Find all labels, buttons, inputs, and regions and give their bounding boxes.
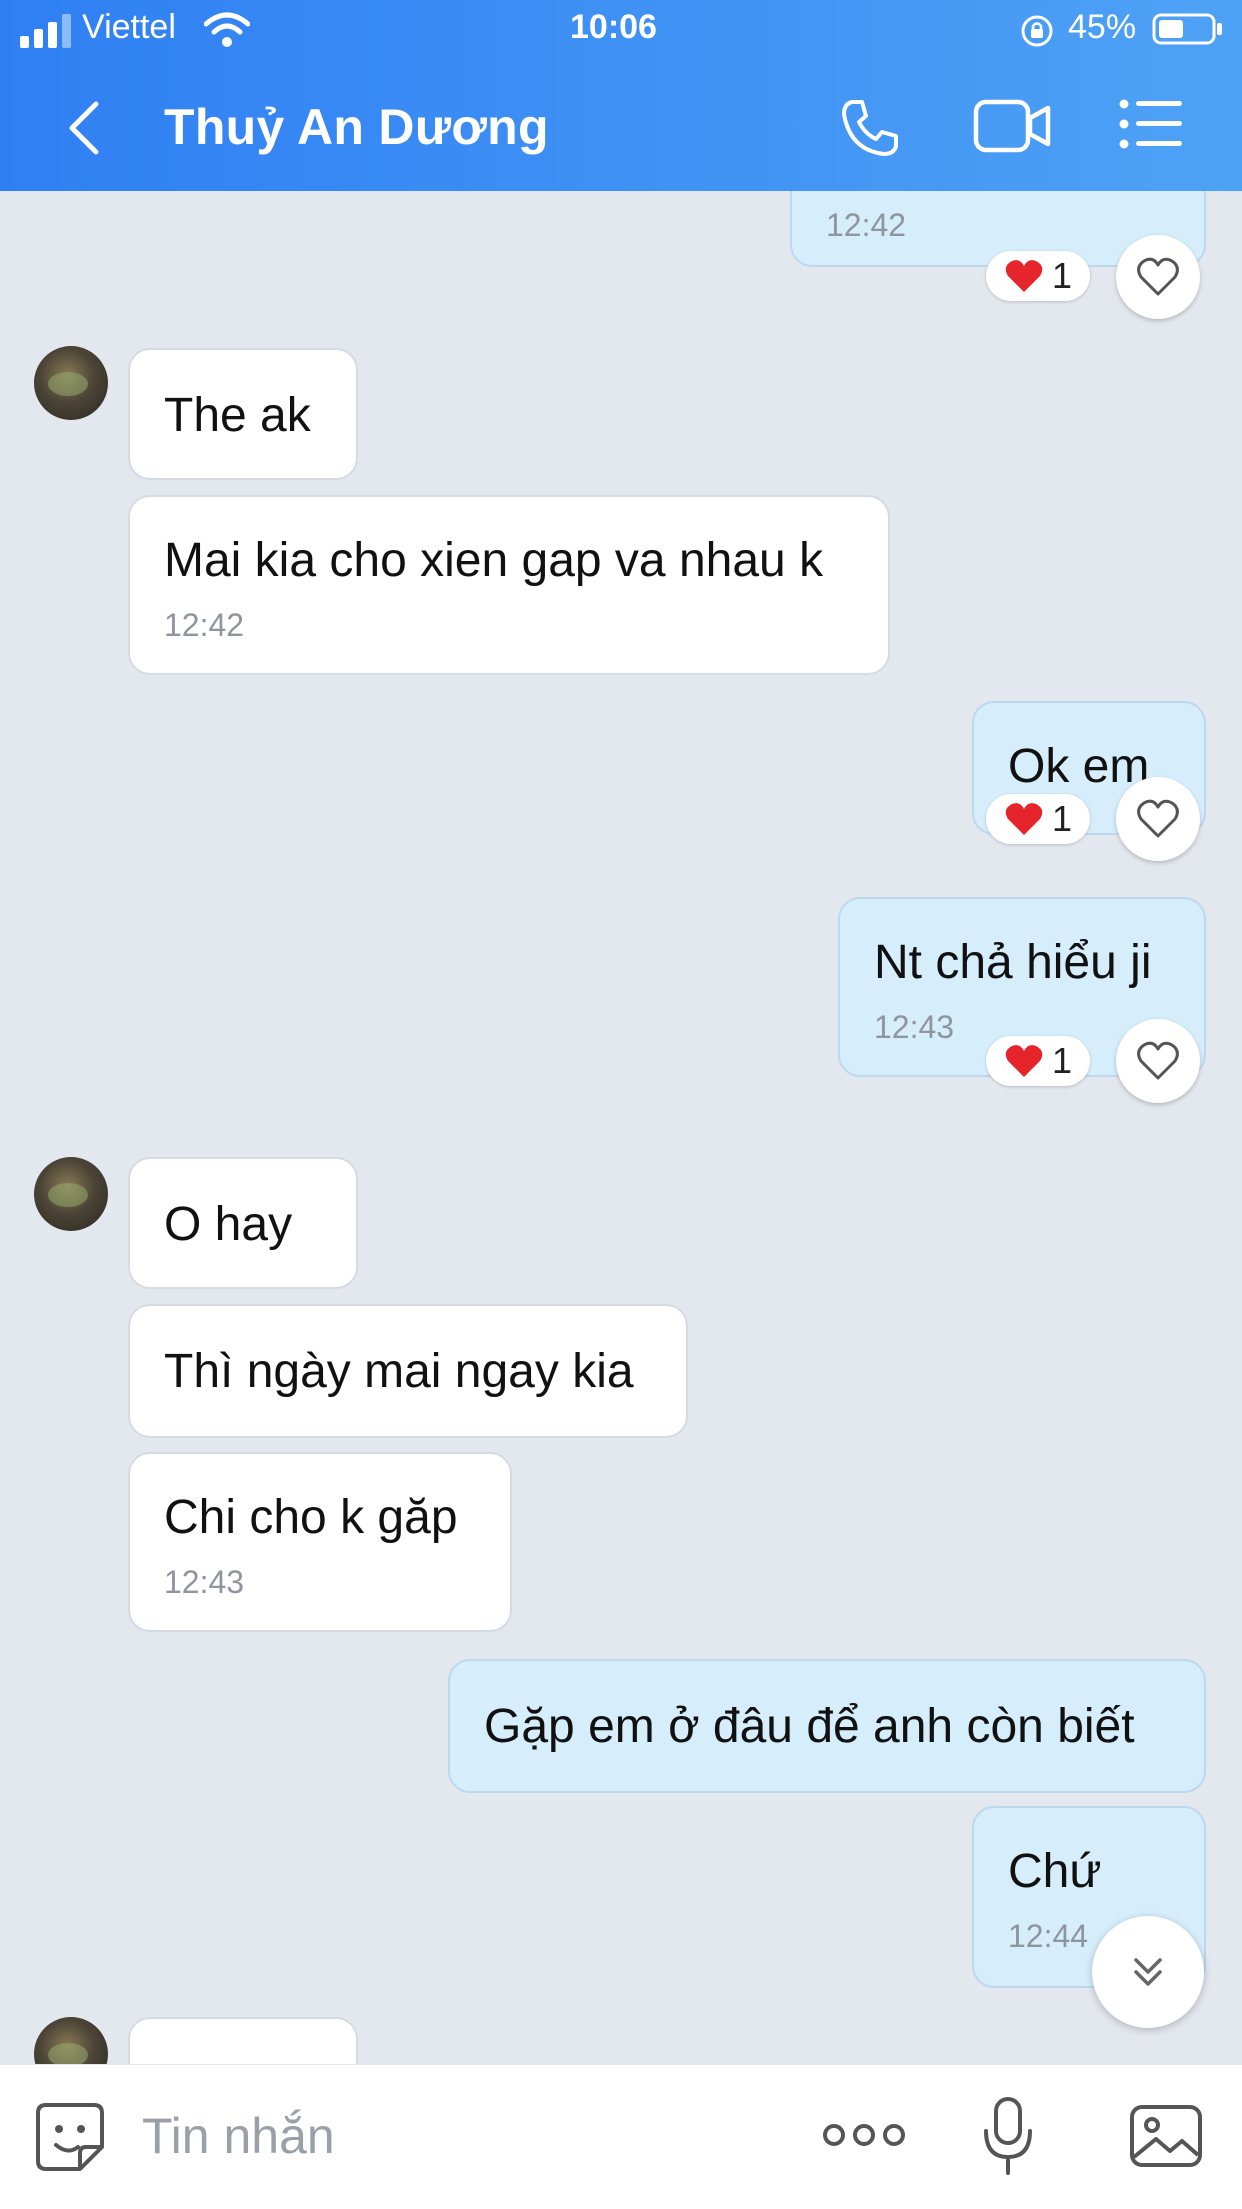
avatar[interactable]	[34, 1157, 108, 1231]
message-bubble-incoming[interactable]: The ak	[128, 348, 358, 480]
wifi-icon	[204, 12, 250, 47]
sticker-face-icon[interactable]	[34, 2101, 106, 2173]
message-text: Gặp em ở đâu để anh còn biết	[484, 1700, 1135, 1753]
message-time: 12:42	[164, 607, 245, 643]
message-bubble-outgoing[interactable]: Gặp em ở đâu để anh còn biết	[448, 1659, 1206, 1793]
heart-outline-icon	[1137, 799, 1179, 838]
message-text: Ok em	[1008, 740, 1150, 793]
phone-icon[interactable]	[838, 96, 902, 160]
message-bubble-incoming[interactable]: Chi cho k găp 12:43	[128, 1452, 512, 1632]
avatar[interactable]	[34, 346, 108, 420]
message-time: 12:43	[874, 1009, 955, 1045]
heart-icon	[1005, 260, 1043, 292]
message-list[interactable]: 12:42 1 The ak Mai kia cho xien gap va n…	[0, 191, 1242, 2064]
message-text: Chi cho k găp	[164, 1491, 458, 1544]
message-bubble-incoming[interactable]	[128, 2017, 358, 2064]
image-gallery-icon[interactable]	[1128, 2099, 1204, 2171]
message-input[interactable]	[140, 2105, 704, 2167]
video-camera-icon[interactable]	[972, 96, 1052, 156]
message-time: 12:42	[826, 207, 907, 243]
message-text: Mai kia cho xien gap va nhau k	[164, 534, 824, 587]
react-heart-button[interactable]	[1116, 1019, 1200, 1103]
message-composer	[0, 2064, 1242, 2209]
battery-percent: 45%	[1068, 8, 1137, 46]
reaction-count: 1	[1051, 798, 1073, 839]
rotation-lock-icon	[1021, 15, 1053, 47]
chevron-left-icon[interactable]	[62, 98, 106, 158]
status-time: 10:06	[570, 8, 657, 46]
heart-icon	[1005, 1045, 1043, 1077]
heart-outline-icon	[1137, 1041, 1179, 1080]
message-text: Nt chả hiểu ji	[874, 936, 1152, 989]
contact-name[interactable]: Thuỷ An Dương	[164, 98, 549, 156]
heart-outline-icon	[1137, 257, 1179, 296]
reaction-badge[interactable]: 1	[986, 794, 1090, 844]
carrier-name: Viettel	[82, 8, 176, 46]
message-text: O hay	[164, 1198, 293, 1251]
list-menu-icon[interactable]	[1118, 96, 1184, 152]
message-bubble-incoming[interactable]: Thì ngày mai ngay kia	[128, 1304, 688, 1438]
message-time: 12:43	[164, 1564, 245, 1600]
signal-strength-icon	[20, 14, 71, 48]
battery-icon	[1152, 13, 1222, 45]
chat-header: Viettel 10:06 45% Thuỷ An Dương	[0, 0, 1242, 191]
message-bubble-incoming[interactable]: Mai kia cho xien gap va nhau k 12:42	[128, 495, 890, 675]
double-chevron-down-icon	[1134, 1958, 1162, 1986]
reaction-count: 1	[1051, 1040, 1073, 1081]
more-dots-icon[interactable]	[822, 2115, 906, 2155]
scroll-to-bottom-button[interactable]	[1092, 1916, 1204, 2028]
react-heart-button[interactable]	[1116, 235, 1200, 319]
message-text: The ak	[164, 389, 311, 442]
message-text: Chứ	[1008, 1845, 1102, 1898]
reaction-badge[interactable]: 1	[986, 1036, 1090, 1086]
heart-icon	[1005, 803, 1043, 835]
reaction-badge[interactable]: 1	[986, 251, 1090, 301]
microphone-icon[interactable]	[982, 2095, 1034, 2177]
reaction-count: 1	[1051, 255, 1073, 296]
message-time: 12:44	[1008, 1918, 1089, 1954]
message-bubble-incoming[interactable]: O hay	[128, 1157, 358, 1289]
message-text: Thì ngày mai ngay kia	[164, 1345, 634, 1398]
avatar[interactable]	[34, 2017, 108, 2064]
react-heart-button[interactable]	[1116, 777, 1200, 861]
